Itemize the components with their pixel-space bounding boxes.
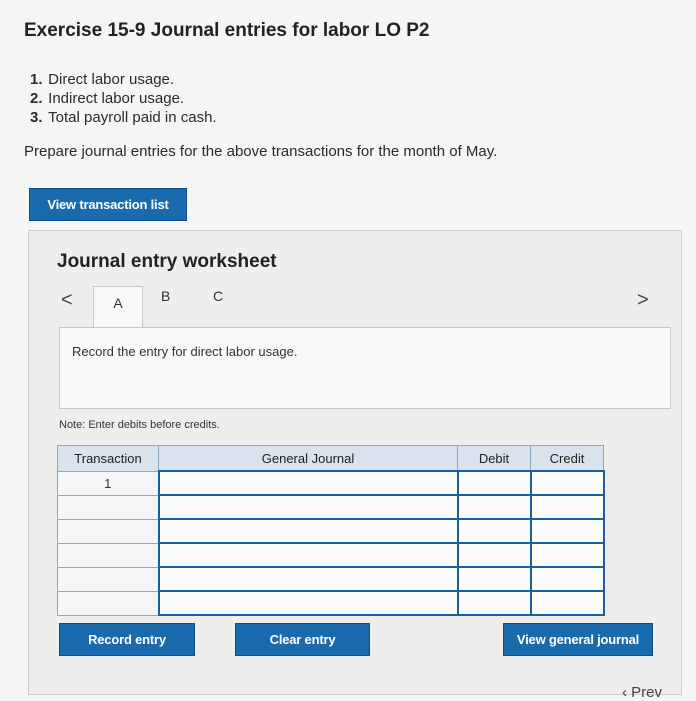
- debit-input[interactable]: [456, 494, 532, 520]
- list-item: 3. Total payroll paid in cash.: [30, 108, 217, 127]
- debit-input[interactable]: [456, 542, 532, 568]
- debit-input[interactable]: [456, 566, 532, 592]
- list-item-text: Indirect labor usage.: [48, 90, 185, 107]
- list-item: 1. Direct labor usage.: [30, 70, 217, 89]
- credit-input[interactable]: [529, 494, 605, 520]
- tab-b[interactable]: B: [161, 288, 170, 304]
- table-row: [57, 518, 605, 544]
- table-row: 1: [57, 470, 605, 496]
- transaction-cell: 1: [57, 470, 159, 496]
- general-journal-input[interactable]: [157, 494, 459, 520]
- entry-prompt: Record the entry for direct labor usage.: [72, 344, 298, 359]
- debit-input[interactable]: [456, 518, 532, 544]
- general-journal-input[interactable]: [157, 590, 459, 616]
- instruction-text: Prepare journal entries for the above tr…: [24, 143, 498, 160]
- clear-entry-button[interactable]: Clear entry: [235, 623, 370, 656]
- page-title: Exercise 15-9 Journal entries for labor …: [24, 20, 430, 41]
- credit-input[interactable]: [529, 542, 605, 568]
- credit-input[interactable]: [529, 566, 605, 592]
- transaction-cell: [57, 566, 159, 592]
- table-row: [57, 542, 605, 568]
- prev-link[interactable]: ‹ Prev: [622, 684, 662, 701]
- transaction-cell: [57, 494, 159, 520]
- credit-input[interactable]: [529, 470, 605, 496]
- journal-table: Transaction General Journal Debit Credit…: [57, 445, 605, 616]
- general-journal-input[interactable]: [157, 542, 459, 568]
- column-header-transaction: Transaction: [57, 445, 159, 472]
- transaction-cell: [57, 542, 159, 568]
- list-item-number: 3.: [30, 109, 43, 126]
- credit-input[interactable]: [529, 590, 605, 616]
- list-item-text: Direct labor usage.: [48, 71, 175, 88]
- entry-prompt-box: Record the entry for direct labor usage.: [59, 327, 671, 409]
- worksheet-title: Journal entry worksheet: [57, 251, 277, 272]
- tab-a[interactable]: A: [93, 286, 143, 328]
- tab-c[interactable]: C: [213, 288, 223, 304]
- list-item-text: Total payroll paid in cash.: [48, 109, 217, 126]
- column-header-debit: Debit: [457, 445, 531, 472]
- view-transaction-list-button[interactable]: View transaction list: [29, 188, 187, 221]
- debit-input[interactable]: [456, 590, 532, 616]
- transaction-cell: [57, 590, 159, 616]
- list-item: 2. Indirect labor usage.: [30, 89, 217, 108]
- chevron-left-icon[interactable]: <: [61, 289, 73, 312]
- transaction-cell: [57, 518, 159, 544]
- table-header-row: Transaction General Journal Debit Credit: [57, 445, 604, 472]
- column-header-credit: Credit: [530, 445, 604, 472]
- requirements-list: 1. Direct labor usage. 2. Indirect labor…: [30, 70, 217, 127]
- general-journal-input[interactable]: [157, 518, 459, 544]
- list-item-number: 1.: [30, 71, 43, 88]
- general-journal-input[interactable]: [157, 566, 459, 592]
- chevron-right-icon[interactable]: >: [637, 289, 649, 312]
- table-row: [57, 494, 605, 520]
- general-journal-input[interactable]: [157, 470, 459, 496]
- debit-input[interactable]: [456, 470, 532, 496]
- view-general-journal-button[interactable]: View general journal: [503, 623, 653, 656]
- column-header-general-journal: General Journal: [158, 445, 458, 472]
- journal-entry-worksheet: Journal entry worksheet < A B C > Record…: [28, 230, 682, 695]
- table-row: [57, 566, 605, 592]
- list-item-number: 2.: [30, 90, 43, 107]
- record-entry-button[interactable]: Record entry: [59, 623, 195, 656]
- table-row: [57, 590, 605, 616]
- note-text: Note: Enter debits before credits.: [59, 419, 220, 431]
- credit-input[interactable]: [529, 518, 605, 544]
